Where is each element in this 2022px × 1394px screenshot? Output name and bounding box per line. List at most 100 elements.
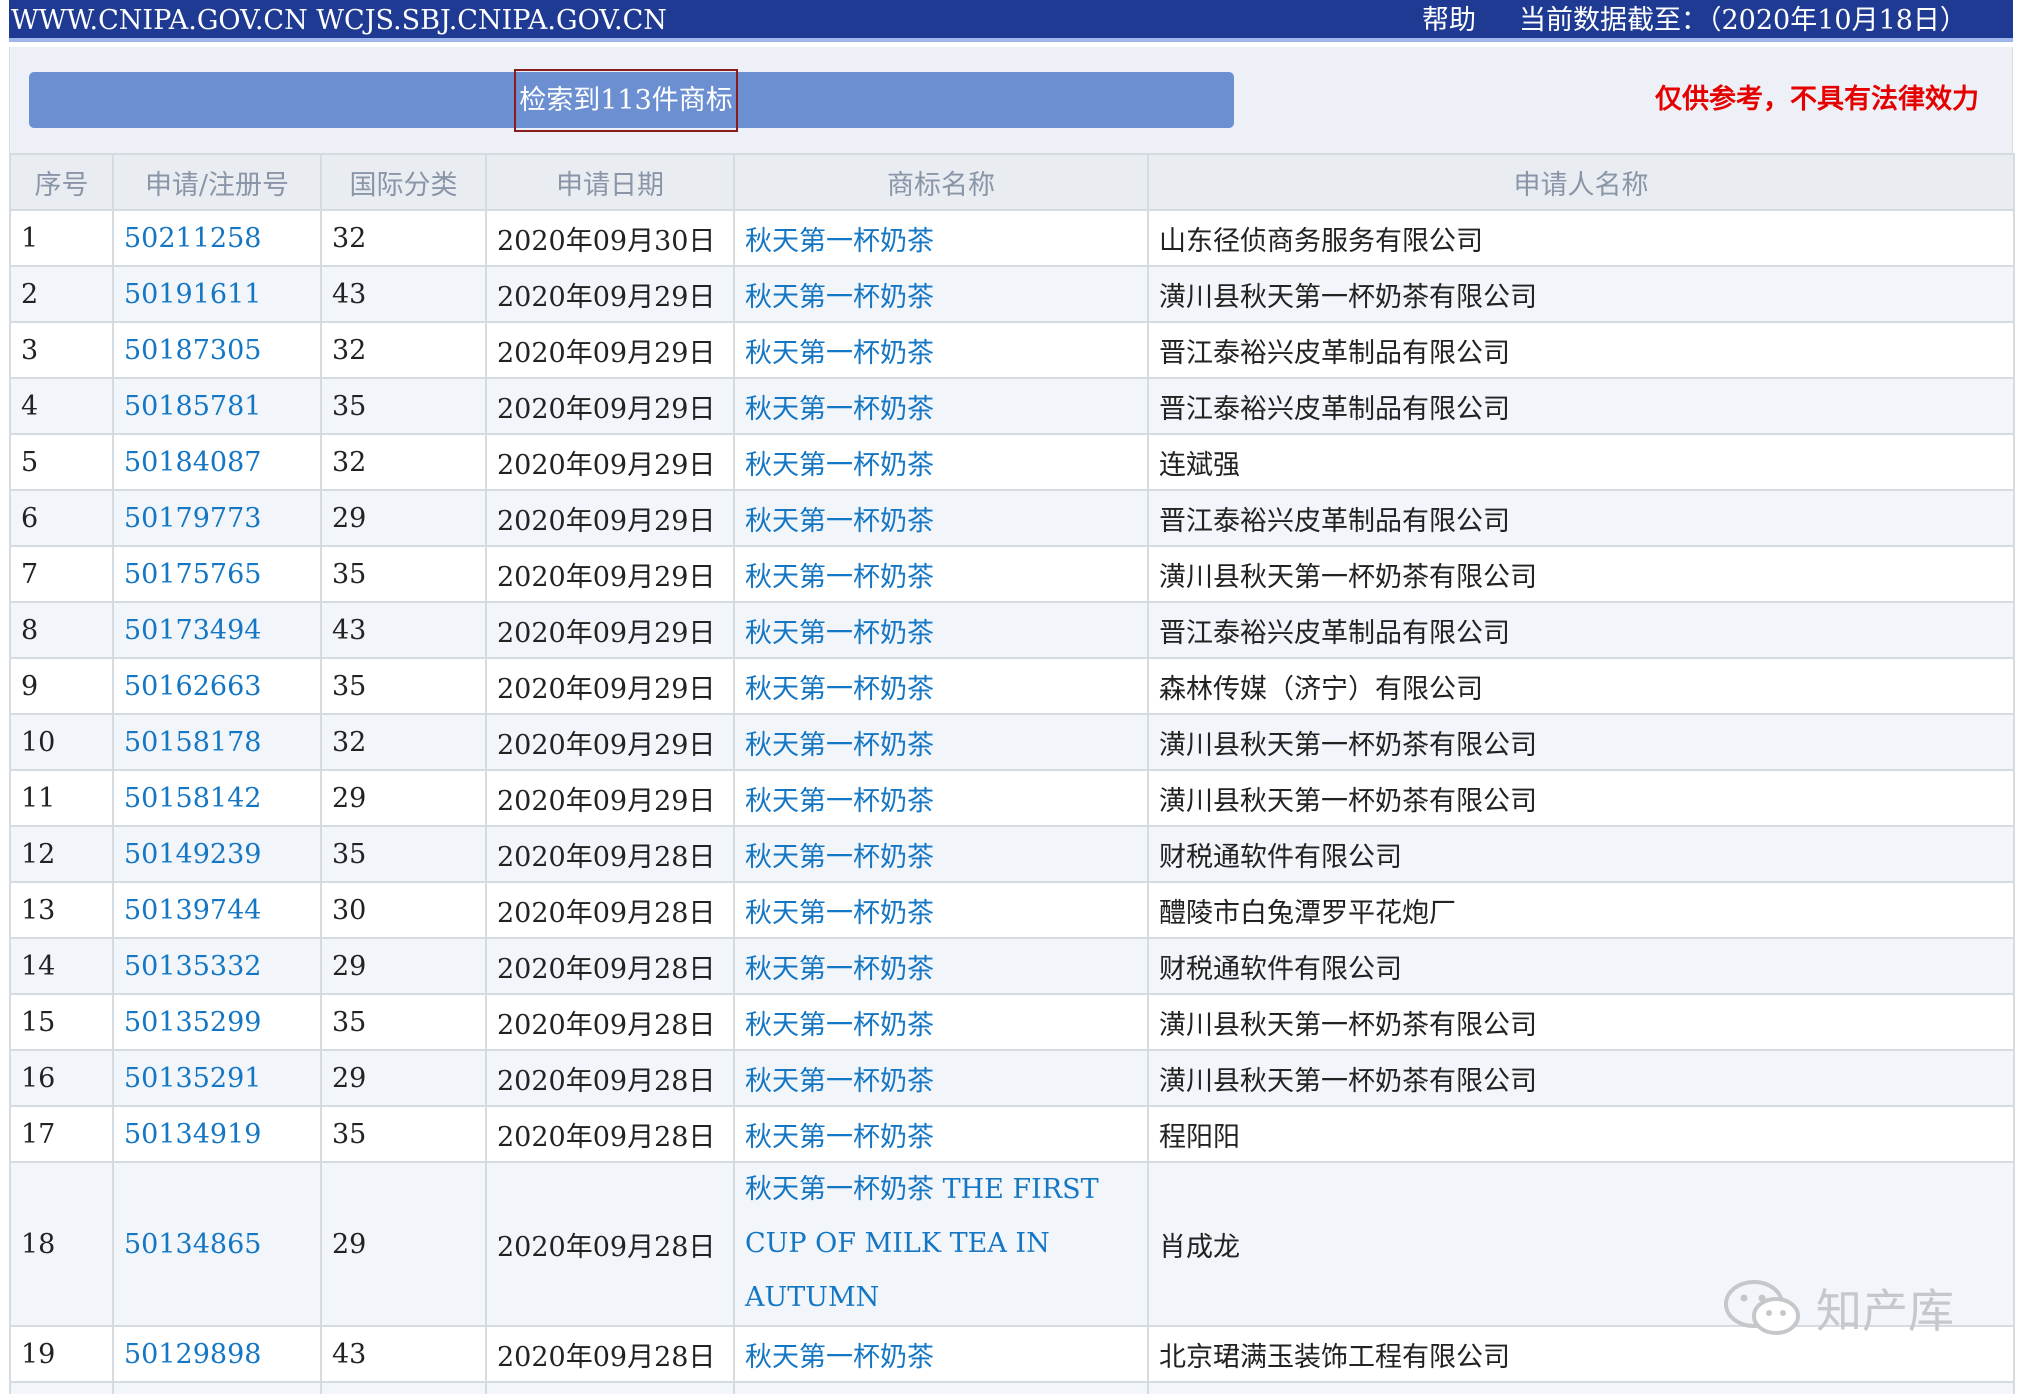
cell-class: 32 xyxy=(320,209,487,267)
cell-date: 2020年09月29日 xyxy=(485,265,735,323)
cell-class: 35 xyxy=(320,825,487,883)
cell-applicant: 李开志 xyxy=(1147,1381,2015,1394)
cell-reg-no[interactable]: 50139744 xyxy=(112,881,322,939)
cell-mark[interactable]: 秋天第一杯奶茶 xyxy=(733,1105,1149,1163)
cell-mark[interactable]: 秋天第一杯奶茶 xyxy=(733,601,1149,659)
cell-reg-no[interactable]: 50149239 xyxy=(112,825,322,883)
col-header-seq[interactable]: 序号 xyxy=(9,153,114,211)
cell-seq: 16 xyxy=(9,1049,114,1107)
cell-date: 2020年09月28日 xyxy=(485,1049,735,1107)
cell-mark[interactable]: 秋天第一杯奶茶 THE FIRST CUP OF MILK TEA IN AUT… xyxy=(733,1161,1149,1327)
cell-class: 35 xyxy=(320,545,487,603)
cell-class: 29 xyxy=(320,937,487,995)
col-header-reg-no[interactable]: 申请/注册号 xyxy=(112,153,322,211)
watermark: 知产库 xyxy=(1720,1275,1954,1341)
cell-date: 2020年09月28日 xyxy=(485,937,735,995)
cell-seq: 2 xyxy=(9,265,114,323)
cell-class: 29 xyxy=(320,489,487,547)
cell-date: 2020年09月29日 xyxy=(485,657,735,715)
cell-class: 32 xyxy=(320,433,487,491)
cell-date: 2020年09月29日 xyxy=(485,601,735,659)
table-row: 2 50191611 43 2020年09月29日 秋天第一杯奶茶 潢川县秋天第一杯奶茶有… xyxy=(9,265,2015,323)
cell-applicant: 晋江泰裕兴皮革制品有限公司 xyxy=(1147,489,2015,547)
cell-seq: 8 xyxy=(9,601,114,659)
cell-mark[interactable]: 秋天第一杯奶茶 xyxy=(733,993,1149,1051)
cell-class: 29 xyxy=(320,1161,487,1327)
cell-mark[interactable]: 秋天第一杯奶茶 xyxy=(733,265,1149,323)
cell-reg-no[interactable]: 50191611 xyxy=(112,265,322,323)
cell-mark[interactable]: 秋天第一杯奶茶 xyxy=(733,209,1149,267)
watermark-text: 知产库 xyxy=(1816,1284,1954,1338)
table-row: 18 50134865 29 2020年09月28日 秋天第一杯奶茶 THE FIRST… xyxy=(9,1161,2015,1327)
cell-date: 2020年09月28日 xyxy=(485,993,735,1051)
cell-date: 2020年09月28日 xyxy=(485,1161,735,1327)
table-row: 1 50211258 32 2020年09月30日 秋天第一杯奶茶 山东径侦商务服务有限公… xyxy=(9,209,2015,267)
cell-reg-no[interactable]: 50162663 xyxy=(112,657,322,715)
table-row: 19 50129898 43 2020年09月28日 秋天第一杯奶茶 北京珺满玉装饰工程有… xyxy=(9,1325,2015,1383)
cell-date: 2020年09月28日 xyxy=(485,1381,735,1394)
cell-mark[interactable]: 秋天第一杯奶茶 xyxy=(733,1325,1149,1383)
cell-reg-no[interactable]: 50173494 xyxy=(112,601,322,659)
cell-seq: 7 xyxy=(9,545,114,603)
cell-class: 32 xyxy=(320,321,487,379)
cell-reg-no[interactable]: 50135291 xyxy=(112,1049,322,1107)
cell-reg-no[interactable]: 50134919 xyxy=(112,1105,322,1163)
cell-applicant: 潢川县秋天第一杯奶茶有限公司 xyxy=(1147,265,2015,323)
help-link[interactable]: 帮助 xyxy=(1422,0,1476,42)
cell-reg-no[interactable]: 50187305 xyxy=(112,321,322,379)
cell-reg-no[interactable]: 50179773 xyxy=(112,489,322,547)
table-row: 7 50175765 35 2020年09月29日 秋天第一杯奶茶 潢川县秋天第一杯奶茶有… xyxy=(9,545,2015,603)
cell-date: 2020年09月29日 xyxy=(485,489,735,547)
cell-reg-no[interactable]: 50184087 xyxy=(112,433,322,491)
cell-seq: 6 xyxy=(9,489,114,547)
cell-reg-no[interactable]: 50134865 xyxy=(112,1161,322,1327)
cell-mark[interactable]: 秋天第一杯奶茶 xyxy=(733,1049,1149,1107)
cell-applicant: 晋江泰裕兴皮革制品有限公司 xyxy=(1147,321,2015,379)
cell-reg-no[interactable]: 50211258 xyxy=(112,209,322,267)
col-header-mark[interactable]: 商标名称 xyxy=(733,153,1149,211)
cell-class: 35 xyxy=(320,1105,487,1163)
cell-reg-no[interactable]: 50129898 xyxy=(112,1325,322,1383)
cell-seq: 18 xyxy=(9,1161,114,1327)
cell-class: 32 xyxy=(320,713,487,771)
cell-seq: 5 xyxy=(9,433,114,491)
cell-mark[interactable]: 秋天第一杯奶茶 xyxy=(733,377,1149,435)
table-row: 2050129354292020年09月28日秋天第一杯奶茶李开志 xyxy=(9,1381,2015,1394)
cell-mark[interactable]: 秋天第一杯奶茶 xyxy=(733,769,1149,827)
table-row: 13 50139744 30 2020年09月28日 秋天第一杯奶茶 醴陵市白兔潭罗平花炮… xyxy=(9,881,2015,939)
data-cutoff-date: 当前数据截至：（2020年10月18日） xyxy=(1519,5,1967,36)
cell-applicant: 潢川县秋天第一杯奶茶有限公司 xyxy=(1147,713,2015,771)
trademark-table: 序号 申请/注册号 国际分类 申请日期 商标名称 申请人名称 1 50211258… xyxy=(9,153,2015,1394)
cell-mark[interactable]: 秋天第一杯奶茶 xyxy=(733,937,1149,995)
cell-date: 2020年09月30日 xyxy=(485,209,735,267)
wechat-icon xyxy=(1724,1280,1800,1335)
col-header-date[interactable]: 申请日期 xyxy=(485,153,735,211)
cell-reg-no[interactable]: 50158142 xyxy=(112,769,322,827)
cell-seq: 3 xyxy=(9,321,114,379)
cell-mark[interactable]: 秋天第一杯奶茶 xyxy=(733,881,1149,939)
cell-reg-no[interactable]: 50129354 xyxy=(112,1381,322,1394)
cell-mark[interactable]: 秋天第一杯奶茶 xyxy=(733,321,1149,379)
cell-mark[interactable]: 秋天第一杯奶茶 xyxy=(733,545,1149,603)
cell-class: 29 xyxy=(320,769,487,827)
cell-applicant: 连斌强 xyxy=(1147,433,2015,491)
cell-mark[interactable]: 秋天第一杯奶茶 xyxy=(733,825,1149,883)
table-row: 8 50173494 43 2020年09月29日 秋天第一杯奶茶 晋江泰裕兴皮革制品有限… xyxy=(9,601,2015,659)
table-row: 5 50184087 32 2020年09月29日 秋天第一杯奶茶 连斌强 xyxy=(9,433,2015,491)
col-header-class[interactable]: 国际分类 xyxy=(320,153,487,211)
cell-applicant: 财税通软件有限公司 xyxy=(1147,937,2015,995)
cell-reg-no[interactable]: 50135299 xyxy=(112,993,322,1051)
cell-mark[interactable]: 秋天第一杯奶茶 xyxy=(733,713,1149,771)
cell-class: 29 xyxy=(320,1381,487,1394)
cell-mark[interactable]: 秋天第一杯奶茶 xyxy=(733,433,1149,491)
site-urls[interactable]: WWW.CNIPA.GOV.CN WCJS.SBJ.CNIPA.GOV.CN xyxy=(11,0,667,42)
cell-reg-no[interactable]: 50158178 xyxy=(112,713,322,771)
cell-mark[interactable]: 秋天第一杯奶茶 xyxy=(733,489,1149,547)
cell-reg-no[interactable]: 50175765 xyxy=(112,545,322,603)
cell-reg-no[interactable]: 50135332 xyxy=(112,937,322,995)
cell-seq: 19 xyxy=(9,1325,114,1383)
cell-mark[interactable]: 秋天第一杯奶茶 xyxy=(733,657,1149,715)
cell-reg-no[interactable]: 50185781 xyxy=(112,377,322,435)
col-header-applicant[interactable]: 申请人名称 xyxy=(1147,153,2015,211)
cell-mark[interactable]: 秋天第一杯奶茶 xyxy=(733,1381,1149,1394)
